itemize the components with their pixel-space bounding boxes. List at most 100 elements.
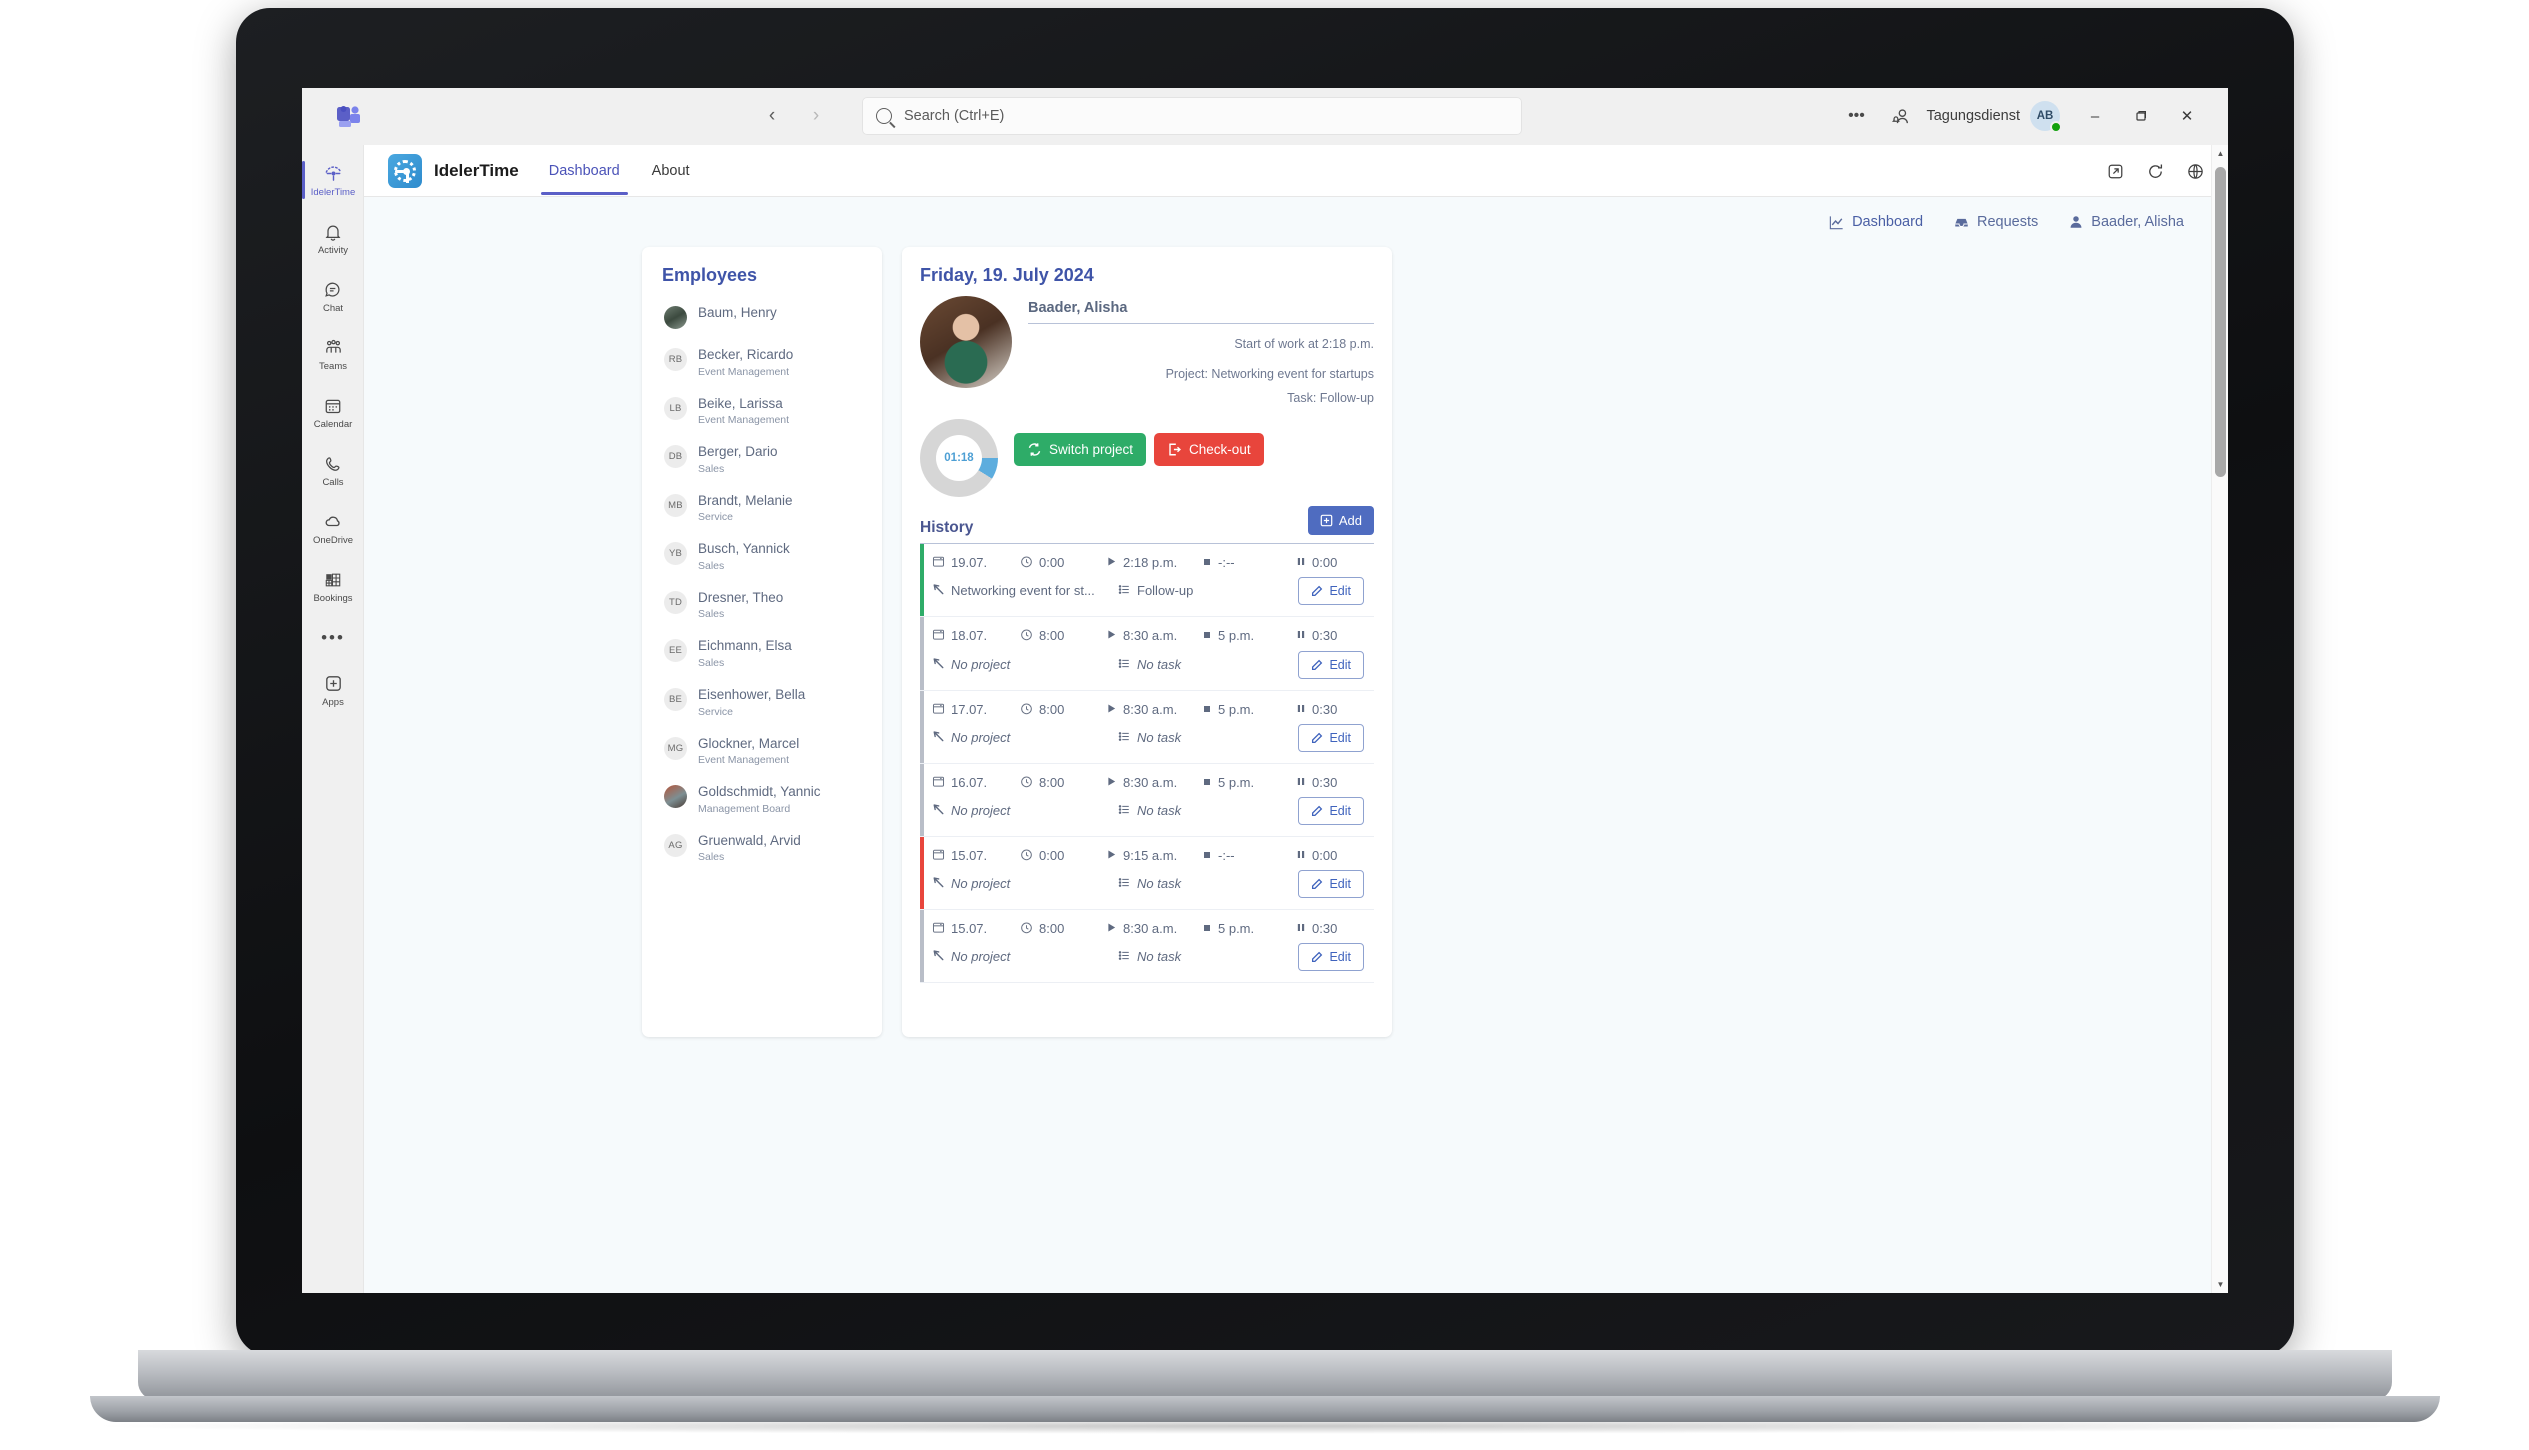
history-status-bar — [920, 837, 924, 910]
forward-icon[interactable]: › — [801, 101, 831, 131]
sidebar-item-calls[interactable]: Calls — [302, 441, 364, 499]
switch-project-button[interactable]: Switch project — [1014, 433, 1147, 467]
page-scrollbar[interactable]: ▲ ▼ — [2211, 145, 2228, 1293]
edit-entry-button[interactable]: Edit — [1298, 577, 1364, 606]
app-title: IdelerTime — [434, 160, 519, 180]
history-header: History Add — [920, 506, 1374, 545]
history-date: 15.07. — [932, 920, 1020, 938]
employee-list-item[interactable]: MG Glockner, Marcel Event Management — [642, 727, 882, 776]
employee-list-item[interactable]: TD Dresner, Theo Sales — [642, 581, 882, 630]
history-row[interactable]: 19.07. 0:00 2:18 p.m. -:-- 0:00 Networking ev… — [920, 544, 1374, 618]
scrollbar-thumb[interactable] — [2215, 167, 2226, 477]
inbox-icon — [1955, 218, 1968, 227]
sidebar-item-onedrive[interactable]: OneDrive — [302, 499, 364, 557]
close-button[interactable]: ✕ — [2164, 96, 2210, 136]
sidebar-item-idelertime[interactable]: IdelerTime — [302, 151, 364, 209]
project-icon — [932, 876, 945, 893]
history-status-bar — [920, 617, 924, 690]
teams-app-icon[interactable] — [328, 96, 370, 138]
history-project: No project — [932, 729, 1118, 747]
stop-icon — [1202, 555, 1212, 571]
employee-list-item[interactable]: Goldschmidt, Yannic Management Board — [642, 775, 882, 824]
minimize-button[interactable]: – — [2072, 96, 2118, 136]
check-out-button[interactable]: Check-out — [1154, 433, 1264, 467]
account-name[interactable]: Tagungsdienst — [1922, 108, 2030, 124]
sidebar-item-teams[interactable]: Teams — [302, 325, 364, 383]
clock-icon — [1020, 921, 1033, 938]
employee-list-item[interactable]: Baum, Henry — [642, 296, 882, 338]
app-header-actions — [2104, 145, 2206, 197]
calendar-small-icon — [932, 775, 945, 792]
scroll-up-icon[interactable]: ▲ — [2212, 145, 2228, 162]
more-options-icon[interactable]: ••• — [1834, 96, 1878, 136]
back-icon[interactable]: ‹ — [757, 101, 787, 131]
history-task: No task — [1118, 656, 1268, 674]
tab-label: About — [651, 162, 690, 179]
employee-list-item[interactable]: LB Beike, Larissa Event Management — [642, 387, 882, 436]
phone-icon — [322, 453, 344, 475]
edit-entry-button[interactable]: Edit — [1298, 723, 1364, 752]
employee-list-item[interactable]: AG Gruenwald, Arvid Sales — [642, 824, 882, 873]
stop-icon — [1202, 628, 1212, 644]
history-row[interactable]: 16.07. 8:00 8:30 a.m. 5 p.m. 0:30 No project N… — [920, 763, 1374, 837]
history-start: 9:15 a.m. — [1106, 847, 1202, 865]
history-date: 18.07. — [932, 627, 1020, 645]
sidebar-item-apps[interactable]: Apps — [302, 661, 364, 719]
history-pause: 0:30 — [1296, 701, 1366, 719]
tab-about[interactable]: About — [644, 147, 698, 195]
edit-entry-button[interactable]: Edit — [1298, 797, 1364, 825]
popout-icon[interactable] — [2104, 160, 2126, 182]
history-cells: 15.07. 8:00 8:30 a.m. 5 p.m. 0:30 No project N… — [932, 920, 1374, 972]
history-project: No project — [932, 802, 1118, 820]
sidebar-item-activity[interactable]: Activity — [302, 209, 364, 267]
subnav-dashboard[interactable]: Dashboard — [1828, 214, 1923, 231]
sidebar-item-chat[interactable]: Chat — [302, 267, 364, 325]
sidebar-overflow-icon[interactable]: ••• — [302, 615, 364, 661]
subnav-requests[interactable]: Requests — [1953, 214, 2038, 231]
employee-avatar-initials: DB — [664, 445, 687, 469]
history-row[interactable]: 17.07. 8:00 8:30 a.m. 5 p.m. 0:30 No project N… — [920, 690, 1374, 764]
add-entry-button[interactable]: Add — [1307, 506, 1374, 536]
edit-label: Edit — [1329, 804, 1351, 818]
edit-entry-button[interactable]: Edit — [1298, 650, 1364, 679]
employee-text: Brandt, Melanie Service — [698, 493, 793, 524]
refresh-icon[interactable] — [2144, 160, 2166, 182]
employee-list-item[interactable]: MB Brandt, Melanie Service — [642, 484, 882, 533]
play-icon — [1106, 775, 1117, 791]
person-alert-icon[interactable] — [1878, 96, 1922, 136]
history-status-bar — [920, 690, 924, 763]
history-date: 16.07. — [932, 774, 1020, 792]
sidebar-item-bookings[interactable]: B Bookings — [302, 557, 364, 615]
history-task: No task — [1118, 948, 1268, 966]
employee-list-item[interactable]: YB Busch, Yannick Sales — [642, 532, 882, 581]
employee-list-item[interactable]: RB Becker, Ricardo Event Management — [642, 338, 882, 387]
sidebar-item-label: Chat — [322, 302, 344, 314]
task-list-icon — [1118, 730, 1131, 747]
history-row-line-1: 17.07. 8:00 8:30 a.m. 5 p.m. 0:30 — [932, 701, 1374, 719]
scroll-down-icon[interactable]: ▼ — [2212, 1276, 2228, 1293]
employee-text: Berger, Dario Sales — [698, 444, 778, 475]
task-list-icon — [1118, 949, 1131, 966]
employee-department: Sales — [698, 608, 725, 621]
edit-entry-button[interactable]: Edit — [1298, 870, 1364, 899]
sidebar-item-calendar[interactable]: Calendar — [302, 383, 364, 441]
tab-dashboard[interactable]: Dashboard — [540, 147, 628, 195]
employee-list-item[interactable]: BE Eisenhower, Bella Service — [642, 678, 882, 727]
employee-list-item[interactable]: EE Eichmann, Elsa Sales — [642, 629, 882, 678]
search-input[interactable]: Search (Ctrl+E) — [862, 97, 1522, 135]
history-row[interactable]: 18.07. 8:00 8:30 a.m. 5 p.m. 0:30 No project N… — [920, 617, 1374, 691]
globe-icon[interactable] — [2184, 160, 2206, 182]
detail-actions: Switch project Check-out — [1014, 419, 1264, 467]
history-duration: 8:00 — [1020, 774, 1106, 792]
subnav-user[interactable]: Baader, Alisha — [2068, 214, 2184, 230]
history-row[interactable]: 15.07. 0:00 9:15 a.m. -:-- 0:00 No project No … — [920, 837, 1374, 911]
employee-list-item[interactable]: DB Berger, Dario Sales — [642, 435, 882, 484]
history-project-value: No project — [951, 802, 1011, 818]
employee-name: Berger, Dario — [698, 444, 778, 460]
avatar[interactable]: AB — [2030, 101, 2062, 133]
maximize-button[interactable] — [2118, 96, 2164, 136]
history-duration: 0:00 — [1020, 847, 1106, 865]
pencil-icon — [1312, 732, 1323, 743]
edit-entry-button[interactable]: Edit — [1298, 943, 1364, 972]
history-row[interactable]: 15.07. 8:00 8:30 a.m. 5 p.m. 0:30 No project N… — [920, 910, 1374, 984]
